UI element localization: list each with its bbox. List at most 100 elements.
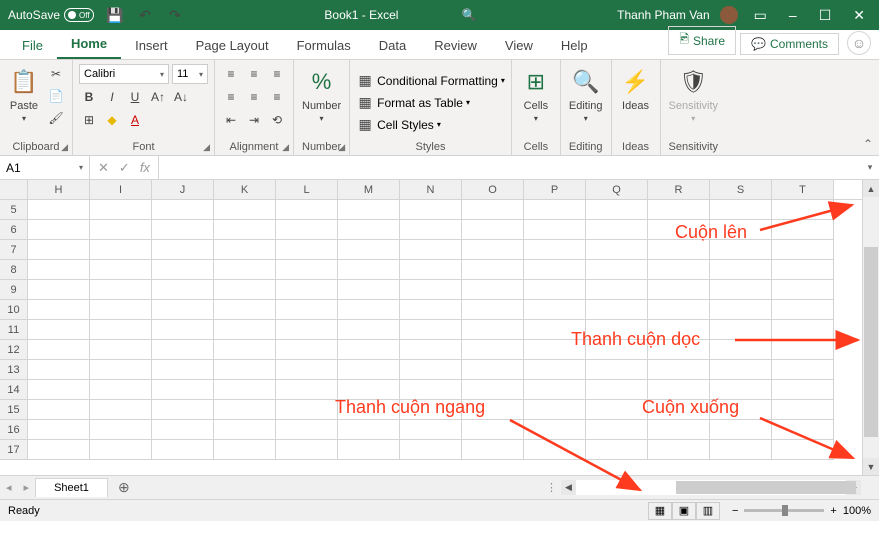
cell[interactable] xyxy=(462,400,524,420)
bold-button[interactable]: B xyxy=(79,87,99,107)
cell[interactable] xyxy=(152,300,214,320)
cell[interactable] xyxy=(586,260,648,280)
tab-view[interactable]: View xyxy=(491,32,547,59)
cell[interactable] xyxy=(648,280,710,300)
cell[interactable] xyxy=(400,220,462,240)
page-break-view-icon[interactable]: ▥ xyxy=(696,502,720,520)
cell[interactable] xyxy=(28,420,90,440)
horizontal-scrollbar[interactable]: ◀ ▶ xyxy=(561,480,861,496)
cell[interactable] xyxy=(586,200,648,220)
cell[interactable] xyxy=(214,220,276,240)
undo-icon[interactable]: ↶ xyxy=(136,6,154,24)
column-head[interactable]: L xyxy=(276,180,338,199)
editing-button[interactable]: 🔍Editing▾ xyxy=(567,64,605,141)
cell[interactable] xyxy=(152,280,214,300)
cell[interactable] xyxy=(28,280,90,300)
decrease-font-icon[interactable]: A↓ xyxy=(171,87,191,107)
cell[interactable] xyxy=(648,320,710,340)
cell[interactable] xyxy=(586,340,648,360)
cell[interactable] xyxy=(524,420,586,440)
sheet-tab[interactable]: Sheet1 xyxy=(35,478,108,497)
row-head[interactable]: 11 xyxy=(0,320,28,340)
paste-button[interactable]: 📋 Paste ▾ xyxy=(6,64,42,141)
redo-icon[interactable]: ↷ xyxy=(166,6,184,24)
cell[interactable] xyxy=(152,240,214,260)
cell[interactable] xyxy=(28,300,90,320)
cell[interactable] xyxy=(28,320,90,340)
cell[interactable] xyxy=(648,380,710,400)
cell[interactable] xyxy=(772,260,834,280)
cell[interactable] xyxy=(90,220,152,240)
cell[interactable] xyxy=(710,260,772,280)
cell[interactable] xyxy=(90,320,152,340)
column-head[interactable]: T xyxy=(772,180,834,199)
cell[interactable] xyxy=(400,200,462,220)
formula-input[interactable] xyxy=(159,156,861,179)
column-head[interactable]: I xyxy=(90,180,152,199)
cell[interactable] xyxy=(214,440,276,460)
cell[interactable] xyxy=(586,240,648,260)
feedback-icon[interactable]: ☺ xyxy=(847,31,871,55)
zoom-in-button[interactable]: + xyxy=(830,505,836,517)
cell[interactable] xyxy=(648,420,710,440)
number-format-button[interactable]: %Number▾ xyxy=(300,64,343,141)
collapse-ribbon-icon[interactable]: ⌃ xyxy=(863,137,873,151)
cell[interactable] xyxy=(214,200,276,220)
cell[interactable] xyxy=(276,300,338,320)
cell[interactable] xyxy=(214,320,276,340)
cell[interactable] xyxy=(710,340,772,360)
row-head[interactable]: 6 xyxy=(0,220,28,240)
cell[interactable] xyxy=(462,300,524,320)
save-icon[interactable]: 💾 xyxy=(106,6,124,24)
cell[interactable] xyxy=(152,200,214,220)
cell[interactable] xyxy=(338,280,400,300)
cell[interactable] xyxy=(90,340,152,360)
share-button[interactable]: 🖻Share xyxy=(668,26,736,55)
cell[interactable] xyxy=(710,320,772,340)
minimize-icon[interactable]: – xyxy=(783,7,803,23)
tab-home[interactable]: Home xyxy=(57,30,121,59)
cell[interactable] xyxy=(772,220,834,240)
column-head[interactable]: R xyxy=(648,180,710,199)
cell[interactable] xyxy=(648,300,710,320)
cell[interactable] xyxy=(152,340,214,360)
cell[interactable] xyxy=(90,440,152,460)
cell[interactable] xyxy=(710,360,772,380)
cell[interactable] xyxy=(462,380,524,400)
cell[interactable] xyxy=(276,260,338,280)
row-head[interactable]: 5 xyxy=(0,200,28,220)
cell[interactable] xyxy=(28,200,90,220)
select-all-cell[interactable] xyxy=(0,180,28,199)
cell[interactable] xyxy=(462,280,524,300)
cell[interactable] xyxy=(400,360,462,380)
tab-file[interactable]: File xyxy=(8,32,57,59)
cell[interactable] xyxy=(276,340,338,360)
cell[interactable] xyxy=(28,440,90,460)
user-name[interactable]: Thanh Pham Van xyxy=(617,8,710,22)
cell[interactable] xyxy=(152,400,214,420)
cell[interactable] xyxy=(90,380,152,400)
cell[interactable] xyxy=(772,240,834,260)
cell[interactable] xyxy=(710,440,772,460)
row-head[interactable]: 15 xyxy=(0,400,28,420)
column-head[interactable]: J xyxy=(152,180,214,199)
tab-formulas[interactable]: Formulas xyxy=(283,32,365,59)
italic-button[interactable]: I xyxy=(102,87,122,107)
cell[interactable] xyxy=(90,280,152,300)
cell[interactable] xyxy=(400,300,462,320)
cell[interactable] xyxy=(524,200,586,220)
increase-indent-icon[interactable]: ⇥ xyxy=(244,110,264,130)
cell[interactable] xyxy=(462,200,524,220)
vscroll-thumb[interactable] xyxy=(864,247,878,437)
cell[interactable] xyxy=(214,380,276,400)
cell[interactable] xyxy=(338,440,400,460)
cell[interactable] xyxy=(710,280,772,300)
avatar[interactable] xyxy=(720,6,738,24)
cell[interactable] xyxy=(524,300,586,320)
cell[interactable] xyxy=(772,340,834,360)
column-head[interactable]: P xyxy=(524,180,586,199)
tab-review[interactable]: Review xyxy=(420,32,491,59)
add-sheet-button[interactable]: ⊕ xyxy=(108,479,140,496)
orientation-icon[interactable]: ⟲ xyxy=(267,110,287,130)
row-head[interactable]: 16 xyxy=(0,420,28,440)
